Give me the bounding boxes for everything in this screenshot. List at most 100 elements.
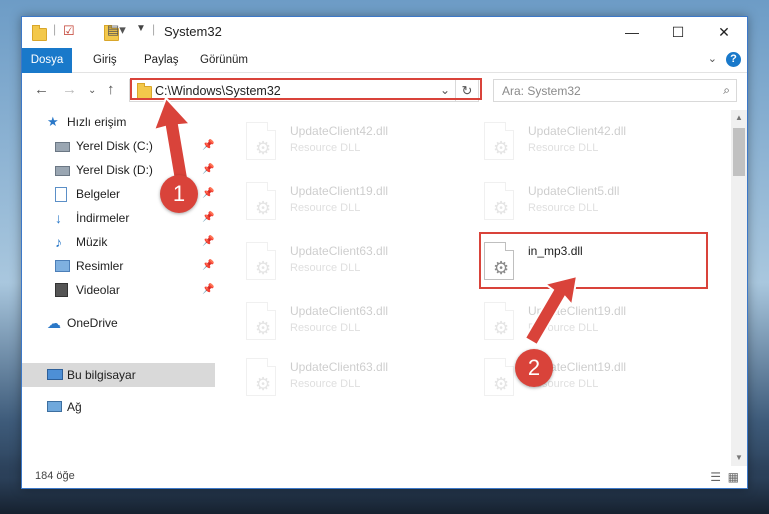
properties-icon[interactable]: ☑ bbox=[63, 23, 75, 41]
tab-share[interactable]: Paylaş bbox=[144, 48, 179, 72]
sidebar-item-onedrive[interactable]: ☁ OneDrive bbox=[22, 311, 215, 335]
search-box[interactable]: ⌕ bbox=[493, 79, 737, 102]
dll-file-icon: ⚙ bbox=[246, 122, 276, 160]
file-name: UpdateClient42.dll bbox=[528, 124, 627, 138]
window-title: System32 bbox=[164, 24, 222, 39]
file-name: UpdateClient19.dll bbox=[528, 304, 627, 318]
maximize-button[interactable]: ☐ bbox=[655, 17, 701, 48]
navigation-bar: ← → ⌄ ↑ C:\Windows\System32 ⌄ ↻ ⌕ bbox=[22, 73, 747, 107]
file-name: UpdateClient42.dll bbox=[290, 124, 389, 138]
pin-icon[interactable]: 📌 bbox=[202, 134, 214, 158]
expand-ribbon-icon[interactable]: ⌄ bbox=[708, 52, 717, 65]
file-item[interactable]: ⚙ UpdateClient63.dll Resource DLL bbox=[240, 238, 465, 288]
file-item[interactable]: ⚙ UpdateClient63.dll Resource DLL bbox=[240, 298, 465, 348]
search-icon[interactable]: ⌕ bbox=[723, 83, 730, 98]
folder-icon bbox=[32, 25, 47, 41]
sidebar-item-label: Resimler bbox=[76, 259, 124, 273]
gear-icon: ⚙ bbox=[493, 138, 510, 158]
pin-icon[interactable]: 📌 bbox=[202, 254, 214, 278]
address-bar[interactable]: C:\Windows\System32 ⌄ ↻ bbox=[129, 79, 479, 102]
drive-icon bbox=[55, 142, 70, 152]
dll-file-icon: ⚙ bbox=[484, 182, 514, 220]
file-type: Resource DLL bbox=[528, 202, 599, 214]
computer-icon bbox=[47, 369, 63, 380]
quick-access-dropdown-icon[interactable]: ▼ bbox=[136, 23, 146, 41]
file-item[interactable]: ⚙ UpdateClient5.dll Resource DLL bbox=[478, 178, 703, 228]
view-customize-icon[interactable]: ▤▾ bbox=[107, 22, 126, 40]
music-icon: ♪ bbox=[55, 234, 62, 250]
file-type: Resource DLL bbox=[290, 378, 361, 390]
file-item-in-mp3-dll[interactable]: ⚙ in_mp3.dll bbox=[478, 238, 703, 288]
gear-icon: ⚙ bbox=[493, 318, 510, 338]
file-list: ⚙ UpdateClient42.dll Resource DLL ⚙ Upda… bbox=[220, 110, 732, 460]
separator: | bbox=[53, 22, 57, 36]
sidebar-item-label: Hızlı erişim bbox=[67, 115, 127, 129]
sidebar-item-local-disk-c[interactable]: Yerel Disk (C:) 📌 bbox=[22, 134, 215, 158]
sidebar-item-videos[interactable]: Videolar 📌 bbox=[22, 278, 215, 302]
sidebar-item-label: Müzik bbox=[76, 235, 108, 249]
file-item[interactable]: ⚙ UpdateClient19.dll Resource DLL bbox=[478, 298, 703, 348]
vertical-scrollbar[interactable]: ▲ ▼ bbox=[731, 110, 747, 466]
sidebar-item-network[interactable]: Ağ bbox=[22, 395, 215, 419]
dll-file-icon: ⚙ bbox=[246, 302, 276, 340]
file-item[interactable]: ⚙ UpdateClient63.dll Resource DLL bbox=[240, 354, 465, 404]
forward-arrow-icon[interactable]: → bbox=[62, 81, 77, 98]
pin-icon[interactable]: 📌 bbox=[202, 278, 214, 302]
download-icon: ↓ bbox=[55, 210, 62, 226]
file-name: UpdateClient5.dll bbox=[528, 184, 620, 198]
navigation-pane: ★ Hızlı erişim Yerel Disk (C:) 📌 Yerel D… bbox=[22, 110, 215, 460]
tab-view[interactable]: Görünüm bbox=[200, 48, 248, 72]
folder-icon bbox=[137, 83, 152, 99]
gear-icon: ⚙ bbox=[255, 318, 272, 338]
sidebar-item-label: Videolar bbox=[76, 283, 120, 297]
file-name: UpdateClient63.dll bbox=[290, 244, 389, 258]
refresh-icon[interactable]: ↻ bbox=[455, 80, 478, 101]
status-bar: 184 öğe ☰ ▦ bbox=[22, 466, 747, 488]
tab-home[interactable]: Giriş bbox=[93, 48, 117, 72]
pin-icon[interactable]: 📌 bbox=[202, 206, 214, 230]
pin-icon[interactable]: 📌 bbox=[202, 182, 214, 206]
step-badge-2: 2 bbox=[515, 349, 553, 387]
scroll-up-icon[interactable]: ▲ bbox=[731, 110, 747, 126]
gear-icon: ⚙ bbox=[255, 374, 272, 394]
step-badge-1: 1 bbox=[160, 175, 198, 213]
file-name: in_mp3.dll bbox=[528, 244, 583, 258]
drive-icon bbox=[55, 166, 70, 176]
network-icon bbox=[47, 401, 62, 412]
pin-icon[interactable]: 📌 bbox=[202, 158, 214, 182]
gear-icon: ⚙ bbox=[255, 198, 272, 218]
file-item[interactable]: ⚙ UpdateClient19.dll Resource DLL bbox=[240, 178, 465, 228]
sidebar-item-label: Ağ bbox=[67, 400, 82, 414]
gear-icon: ⚙ bbox=[493, 198, 510, 218]
pin-icon[interactable]: 📌 bbox=[202, 230, 214, 254]
back-arrow-icon[interactable]: ← bbox=[34, 81, 49, 98]
cloud-icon: ☁ bbox=[47, 315, 61, 331]
file-item[interactable]: ⚙ UpdateClient42.dll Resource DLL bbox=[478, 118, 703, 168]
videos-icon bbox=[55, 283, 68, 297]
large-icons-view-icon[interactable]: ▦ bbox=[728, 470, 739, 484]
details-view-icon[interactable]: ☰ bbox=[710, 470, 721, 484]
sidebar-item-music[interactable]: ♪ Müzik 📌 bbox=[22, 230, 215, 254]
up-arrow-icon[interactable]: ↑ bbox=[107, 81, 115, 98]
star-icon: ★ bbox=[47, 114, 59, 129]
sidebar-item-this-pc[interactable]: Bu bilgisayar bbox=[22, 363, 215, 387]
sidebar-item-pictures[interactable]: Resimler 📌 bbox=[22, 254, 215, 278]
scroll-down-icon[interactable]: ▼ bbox=[731, 450, 747, 466]
dll-file-icon: ⚙ bbox=[484, 242, 514, 280]
recent-locations-icon[interactable]: ⌄ bbox=[88, 85, 96, 96]
minimize-button[interactable]: — bbox=[609, 17, 655, 48]
scroll-thumb[interactable] bbox=[733, 128, 745, 176]
help-icon[interactable]: ? bbox=[726, 52, 741, 67]
file-name: UpdateClient63.dll bbox=[290, 360, 389, 374]
file-type: Resource DLL bbox=[290, 322, 361, 334]
sidebar-item-quick-access[interactable]: ★ Hızlı erişim bbox=[22, 110, 215, 134]
close-button[interactable]: ✕ bbox=[701, 17, 747, 48]
item-count: 184 öğe bbox=[35, 470, 75, 482]
file-item[interactable]: ⚙ UpdateClient19.dll Resource DLL bbox=[478, 354, 703, 404]
dll-file-icon: ⚙ bbox=[484, 302, 514, 340]
search-input[interactable] bbox=[500, 83, 704, 99]
file-item[interactable]: ⚙ UpdateClient42.dll Resource DLL bbox=[240, 118, 465, 168]
file-type: Resource DLL bbox=[528, 142, 599, 154]
dll-file-icon: ⚙ bbox=[246, 358, 276, 396]
address-dropdown-icon[interactable]: ⌄ bbox=[440, 83, 450, 97]
